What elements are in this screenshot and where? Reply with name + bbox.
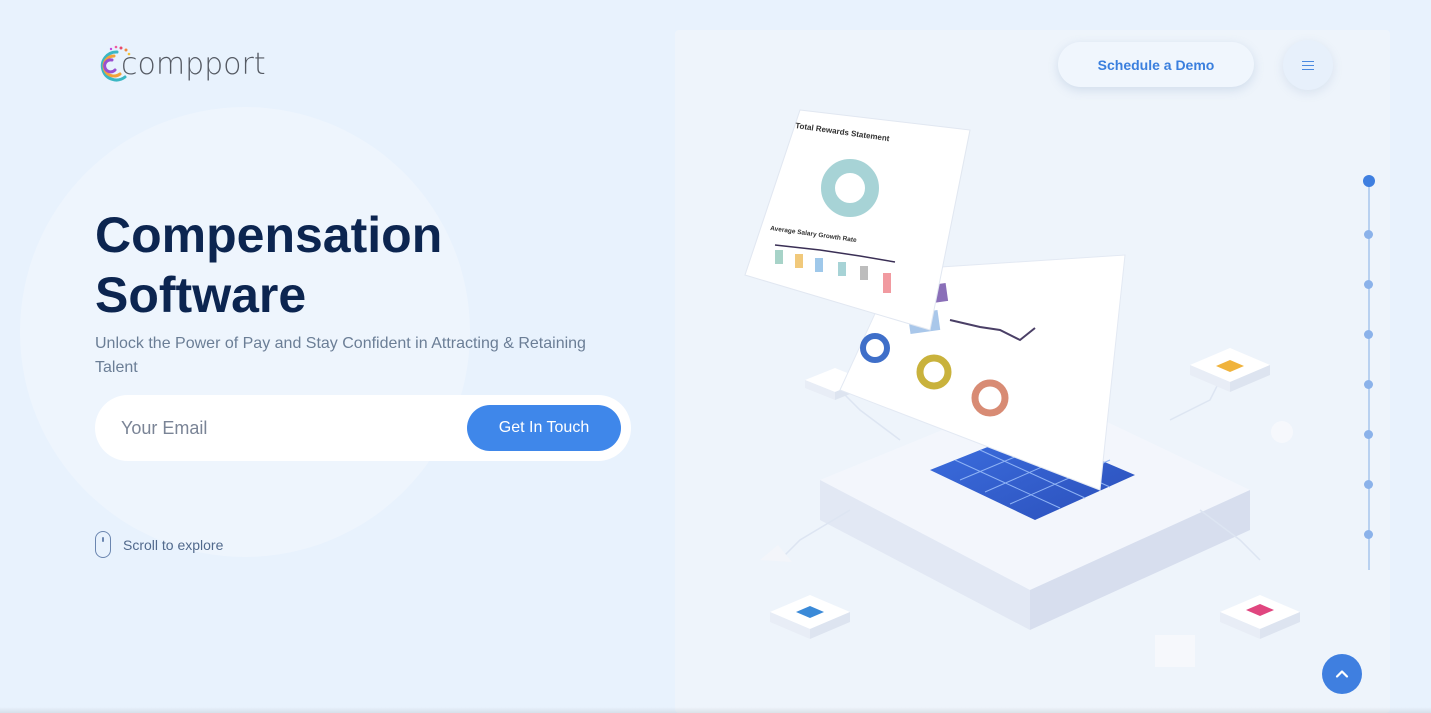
get-in-touch-button[interactable]: Get In Touch [467, 405, 621, 451]
logo-icon [95, 44, 135, 84]
section-dot-5[interactable] [1364, 380, 1373, 389]
section-dot-2[interactable] [1364, 230, 1373, 239]
page-title: Compensation Software [95, 205, 655, 325]
hero-subtitle: Unlock the Power of Pay and Stay Confide… [95, 335, 586, 376]
schedule-demo-button[interactable]: Schedule a Demo [1058, 42, 1254, 87]
hamburger-icon [1302, 60, 1314, 70]
section-nav-line [1368, 184, 1370, 570]
email-signup-form: Get In Touch [95, 395, 631, 461]
scroll-hint[interactable]: Scroll to explore [95, 531, 223, 558]
menu-button[interactable] [1283, 40, 1333, 90]
brand-name: compport [121, 46, 266, 82]
email-input[interactable] [121, 417, 467, 439]
mouse-icon [95, 531, 111, 558]
section-dot-8[interactable] [1364, 530, 1373, 539]
scroll-label: Scroll to explore [123, 536, 224, 553]
section-dot-4[interactable] [1364, 330, 1373, 339]
title-line-1: Compensation [95, 207, 443, 263]
section-dot-7[interactable] [1364, 480, 1373, 489]
section-dot-1[interactable] [1363, 175, 1375, 187]
hero-illustration: Total Rewards Statement Average Salary G… [700, 90, 1340, 675]
section-dot-3[interactable] [1364, 280, 1373, 289]
back-to-top-button[interactable] [1322, 654, 1362, 694]
chevron-up-icon [1335, 670, 1349, 678]
section-nav [1362, 174, 1376, 574]
title-line-2: Software [95, 267, 307, 323]
bottom-shadow [0, 707, 1431, 713]
section-dot-6[interactable] [1364, 430, 1373, 439]
brand-logo[interactable]: compport [95, 44, 266, 84]
